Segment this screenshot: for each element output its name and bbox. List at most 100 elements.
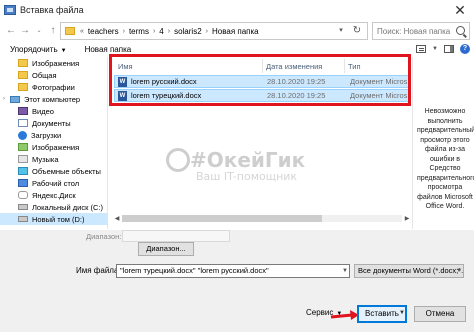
address-row: ← → ⌄ ↑ « teachers › terms › 4 › solaris… <box>0 20 474 42</box>
crumb-separator: › <box>205 27 208 35</box>
sidebar-item-label: Локальный диск (C:) <box>32 202 103 212</box>
disk-icon <box>18 204 28 210</box>
cancel-button[interactable]: Отмена <box>414 306 466 322</box>
breadcrumb-terms[interactable]: terms <box>129 27 149 36</box>
filename-label: Имя файла: <box>76 266 121 275</box>
sidebar-item-label: Музыка <box>32 154 59 164</box>
sidebar-item-label: Общая <box>32 70 57 80</box>
watermark-subtitle: Ваш IT-помощник <box>196 170 298 183</box>
video-icon <box>18 107 28 115</box>
sidebar-item[interactable]: Общая <box>0 69 107 81</box>
sidebar-item[interactable]: Объемные объекты <box>0 165 107 177</box>
sidebar-item[interactable]: Рабочий стол <box>0 177 107 189</box>
up-arrow-icon[interactable]: ↑ <box>46 23 60 39</box>
sidebar-item-label: Яндекс.Диск <box>32 190 76 200</box>
preview-pane: Невозможно выполнить предварительный про… <box>412 57 474 229</box>
sidebar-item-label: Изображения <box>32 142 80 152</box>
red-arrow-icon <box>330 310 359 320</box>
window-title: Вставка файла <box>20 5 84 15</box>
range-button[interactable]: Диапазон... <box>138 242 194 256</box>
range-label: Диапазон: <box>86 232 122 241</box>
sidebar-item[interactable]: Яндекс.Диск <box>0 189 107 201</box>
insert-label: Вставить <box>365 309 399 318</box>
desk-icon <box>18 179 28 187</box>
organize-label: Упорядочить <box>10 44 58 54</box>
new-folder-button[interactable]: Новая папка <box>85 45 132 54</box>
sidebar-item[interactable]: Локальный диск (C:) <box>0 201 107 213</box>
breadcrumb-new-folder[interactable]: Новая папка <box>212 27 259 36</box>
scroll-right-icon[interactable]: ▶ <box>402 215 412 222</box>
down-icon <box>18 130 27 140</box>
music-icon <box>18 155 28 163</box>
sidebar-item-label: Видео <box>32 106 54 116</box>
pc-icon <box>10 95 20 103</box>
horizontal-scrollbar[interactable]: ◀ ▶ <box>112 212 412 224</box>
highlight-frame <box>109 54 411 106</box>
organize-button[interactable]: Упорядочить ▼ <box>10 45 67 54</box>
folder-icon <box>65 27 75 35</box>
insert-options-chevron-icon[interactable]: ▼ <box>398 306 406 322</box>
chevron-down-icon: ▼ <box>60 47 67 54</box>
scroll-left-icon[interactable]: ◀ <box>112 215 122 222</box>
file-type-filter[interactable]: Все документы Word (*.docx;*.d <box>354 264 464 278</box>
recent-chevron-icon[interactable]: ⌄ <box>32 23 46 39</box>
refresh-icon[interactable]: ↻ <box>349 23 365 39</box>
app-icon <box>4 5 16 15</box>
search-icon <box>456 26 465 35</box>
watermark-title: #ОкейГик <box>190 148 306 172</box>
crumb-separator: › <box>122 27 125 35</box>
folder-icon <box>18 83 28 91</box>
chevron-down-icon[interactable]: ▼ <box>342 268 348 274</box>
expand-chevron-icon[interactable]: › <box>0 96 8 102</box>
sidebar-item[interactable]: › Этот компьютер <box>0 93 107 105</box>
sidebar-item-label: Изображения <box>32 58 80 68</box>
back-arrow-icon[interactable]: ← <box>4 23 18 39</box>
chevron-down-icon[interactable]: ▼ <box>456 268 462 274</box>
sidebar-item[interactable]: Видео <box>0 105 107 117</box>
docs-icon <box>18 119 28 127</box>
navigation-pane[interactable]: Изображения Общая Фотографии › Этот компьюте… <box>0 57 108 229</box>
breadcrumb-teachers[interactable]: teachers <box>88 27 119 36</box>
breadcrumb-solaris2[interactable]: solaris2 <box>174 27 202 36</box>
sidebar-item-label: Документы <box>32 118 71 128</box>
crumb-overflow[interactable]: « <box>80 28 84 35</box>
sidebar-item-label: Этот компьютер <box>24 94 81 104</box>
watermark-logo <box>166 148 190 172</box>
help-icon[interactable]: ? <box>460 44 470 54</box>
folder-icon <box>18 71 28 79</box>
sidebar-item[interactable]: Документы <box>0 117 107 129</box>
breadcrumb-4[interactable]: 4 <box>159 27 163 36</box>
search-input[interactable]: Поиск: Новая папка <box>372 22 470 40</box>
sidebar-item[interactable]: Загрузки <box>0 129 107 141</box>
preview-pane-icon[interactable] <box>444 45 454 53</box>
view-controls: ▼ ? <box>416 42 470 56</box>
preview-message: Невозможно выполнить предварительный про… <box>417 108 474 210</box>
crumb-separator: › <box>167 27 171 35</box>
yandex-icon <box>18 191 28 199</box>
sidebar-item-label: Рабочий стол <box>32 178 80 188</box>
d3-icon <box>18 167 28 175</box>
sidebar-item[interactable]: Фотографии <box>0 81 107 93</box>
img-icon <box>18 143 28 151</box>
title-bar: Вставка файла ✕ <box>0 0 474 20</box>
close-button[interactable]: ✕ <box>450 2 470 18</box>
folder-icon <box>18 59 28 67</box>
sidebar-item[interactable]: Изображения <box>0 57 107 69</box>
address-dropdown-icon[interactable]: ▾ <box>335 23 347 39</box>
disk-icon <box>18 216 28 222</box>
sidebar-item[interactable]: Новый том (D:) <box>0 213 107 225</box>
crumb-separator: › <box>152 27 156 35</box>
view-dropdown-icon[interactable]: ▼ <box>432 46 438 52</box>
sidebar-item-label: Фотографии <box>32 82 75 92</box>
sidebar-item[interactable]: Изображения <box>0 141 107 153</box>
filename-input[interactable]: "lorem турецкий.docx" "lorem русский.doc… <box>116 264 350 278</box>
view-mode-icon[interactable] <box>416 45 427 53</box>
forward-arrow-icon[interactable]: → <box>18 23 32 39</box>
sidebar-item[interactable]: Музыка <box>0 153 107 165</box>
sidebar-item-label: Новый том (D:) <box>32 214 85 224</box>
scroll-thumb[interactable] <box>122 214 322 222</box>
sidebar-item-label: Объемные объекты <box>32 166 101 176</box>
search-placeholder: Поиск: Новая папка <box>377 26 451 36</box>
scroll-track[interactable] <box>122 214 402 222</box>
address-bar[interactable]: « teachers › terms › 4 › solaris2 › Нова… <box>60 22 368 40</box>
